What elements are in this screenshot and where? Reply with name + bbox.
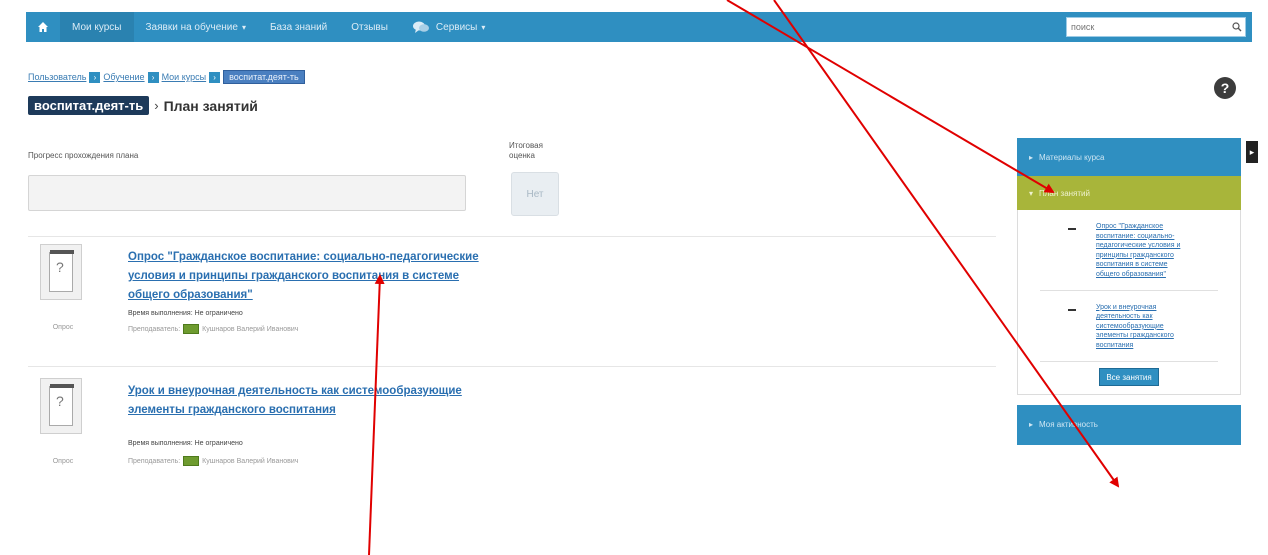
chevron-down-icon: ▾ xyxy=(241,22,246,32)
quiz-icon[interactable]: ? xyxy=(40,378,82,434)
quiz-icon[interactable]: ? xyxy=(40,244,82,300)
progress-bar xyxy=(28,175,466,211)
progress-label: Прогресс прохождения плана xyxy=(28,151,139,160)
lesson-type: Опрос xyxy=(52,458,74,465)
course-badge[interactable]: воспитат.деят-ть xyxy=(28,96,150,115)
search-box xyxy=(1066,17,1246,37)
nav-applications[interactable]: Заявки на обучение ▾ xyxy=(134,12,258,42)
final-grade-value: Нет xyxy=(511,172,559,216)
caret-right-icon: ▸ xyxy=(1029,420,1034,430)
divider xyxy=(28,366,996,367)
sidebar-item-activity[interactable]: ▸ Моя активность xyxy=(1017,404,1241,445)
breadcrumb: Пользователь › Обучение › Мои курсы › во… xyxy=(28,70,305,84)
divider xyxy=(28,236,996,237)
lesson-time: Время выполнения: Не ограничено xyxy=(128,440,243,447)
lesson-teacher: Преподаватель: Кушнаров Валерий Иванович xyxy=(128,456,299,466)
teacher-icon xyxy=(183,324,200,334)
sidebar-item-plan[interactable]: ▾ План занятий xyxy=(1017,176,1241,210)
lesson-teacher: Преподаватель: Кушнаров Валерий Иванович xyxy=(128,324,299,334)
chat-bubbles-icon xyxy=(412,21,429,33)
divider xyxy=(1040,360,1218,362)
sidebar-lesson-item: Урок и внеурочная деятельность как систе… xyxy=(1018,303,1240,351)
sidebar-collapse-toggle[interactable]: ▸ xyxy=(1246,141,1258,163)
search-icon[interactable] xyxy=(1229,22,1245,32)
sidebar-lesson-link[interactable]: Урок и внеурочная деятельность как систе… xyxy=(1096,303,1188,351)
lesson-type: Опрос xyxy=(52,324,74,331)
search-input[interactable] xyxy=(1067,22,1229,32)
all-lessons-button[interactable]: Все занятия xyxy=(1099,367,1159,386)
breadcrumb-my-courses[interactable]: Мои курсы xyxy=(162,72,207,82)
nav-feedback[interactable]: Отзывы xyxy=(339,12,400,42)
divider xyxy=(1040,289,1218,291)
home-icon xyxy=(38,22,48,32)
breadcrumb-separator-icon: › xyxy=(147,71,159,83)
nav-knowledge-base[interactable]: База знаний xyxy=(258,12,339,42)
final-grade-label: Итоговая оценка xyxy=(509,141,543,160)
page: Мои курсы Заявки на обучение ▾ База знани… xyxy=(0,0,1268,555)
lesson-time: Время выполнения: Не ограничено xyxy=(128,310,243,317)
breadcrumb-learning[interactable]: Обучение xyxy=(103,72,144,82)
page-title-row: воспитат.деят-ть › План занятий xyxy=(28,96,258,115)
caret-right-icon: ▸ xyxy=(1029,152,1034,162)
title-separator: › xyxy=(154,98,159,113)
sidebar-lesson-link[interactable]: Опрос "Гражданское воспитание: социально… xyxy=(1096,222,1188,280)
sidebar-plan-list: Опрос "Гражданское воспитание: социально… xyxy=(1017,210,1241,395)
breadcrumb-separator-icon: › xyxy=(209,71,221,83)
breadcrumb-current: воспитат.деят-ть xyxy=(223,70,305,84)
top-nav-bar: Мои курсы Заявки на обучение ▾ База знани… xyxy=(26,12,1252,42)
dash-icon xyxy=(1068,308,1076,311)
page-title: План занятий xyxy=(163,97,258,114)
caret-down-icon: ▾ xyxy=(1029,188,1034,198)
dash-icon xyxy=(1068,228,1076,230)
help-button[interactable]: ? xyxy=(1214,77,1236,99)
sidebar-lesson-item: Опрос "Гражданское воспитание: социально… xyxy=(1018,222,1240,280)
breadcrumb-user[interactable]: Пользователь xyxy=(28,72,86,82)
course-sidebar: ▸ Материалы курса ▾ План занятий Опрос "… xyxy=(1017,138,1241,445)
breadcrumb-separator-icon: › xyxy=(89,71,101,83)
lesson-title-link[interactable]: Опрос "Гражданское воспитание: социально… xyxy=(128,248,498,305)
sidebar-item-materials[interactable]: ▸ Материалы курса xyxy=(1017,138,1241,176)
nav-services[interactable]: Сервисы ▾ xyxy=(400,12,497,42)
lesson-title-link[interactable]: Урок и внеурочная деятельность как систе… xyxy=(128,382,498,420)
teacher-icon xyxy=(183,456,200,466)
nav-my-courses[interactable]: Мои курсы xyxy=(60,12,134,42)
chevron-down-icon: ▾ xyxy=(481,22,486,32)
help-icon: ? xyxy=(1220,80,1230,96)
home-button[interactable] xyxy=(26,12,60,42)
